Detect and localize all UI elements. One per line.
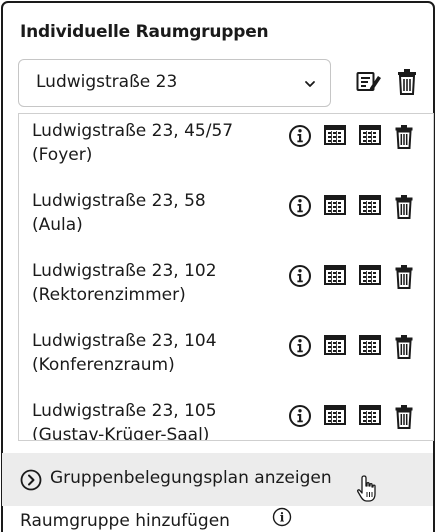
show-group-plan-label: Gruppenbelegungsplan anzeigen xyxy=(50,468,332,488)
room-name: Ludwigstraße 23, 102 xyxy=(32,261,217,281)
add-room-group-label[interactable]: Raumgruppe hinzufügen xyxy=(20,511,230,531)
room-title: (Rektorenzimmer) xyxy=(32,285,186,305)
info-icon[interactable] xyxy=(288,124,312,148)
room-label: Ludwigstraße 23, 58 (Aula) xyxy=(32,189,287,237)
room-label: Ludwigstraße 23, 102 (Rektorenzimmer) xyxy=(32,259,287,307)
room-name: Ludwigstraße 23, 105 xyxy=(32,401,217,421)
room-title: (Gustav-Krüger-Saal) xyxy=(32,425,210,441)
room-name: Ludwigstraße 23, 45/57 xyxy=(32,121,234,141)
calendar-grid-icon[interactable] xyxy=(359,194,381,216)
list-item[interactable]: Ludwigstraße 23, 58 (Aula) xyxy=(19,189,433,259)
list-item[interactable]: Ludwigstraße 23, 45/57 (Foyer) xyxy=(19,119,433,189)
svg-text:i: i xyxy=(280,511,285,525)
list-item[interactable]: Ludwigstraße 23, 105 (Gustav-Krüger-Saal) xyxy=(19,399,433,441)
hand-pointer-icon xyxy=(357,475,376,502)
panel-title: Individuelle Raumgruppen xyxy=(20,22,269,42)
calendar-grid-icon[interactable] xyxy=(324,334,346,356)
room-name: Ludwigstraße 23, 104 xyxy=(32,331,217,351)
room-list[interactable]: Ludwigstraße 23, 45/57 (Foyer) Ludwigstraß… xyxy=(18,113,434,441)
chevron-right-circle-icon xyxy=(20,469,42,491)
trash-icon[interactable] xyxy=(396,68,418,96)
calendar-grid-icon[interactable] xyxy=(359,124,381,146)
calendar-grid-icon[interactable] xyxy=(359,264,381,286)
room-name: Ludwigstraße 23, 58 xyxy=(32,191,206,211)
calendar-grid-icon[interactable] xyxy=(324,264,346,286)
room-title: (Aula) xyxy=(32,215,83,235)
edit-list-icon[interactable] xyxy=(356,70,382,94)
room-label: Ludwigstraße 23, 45/57 (Foyer) xyxy=(32,119,287,167)
room-title: (Konferenzraum) xyxy=(32,355,175,375)
trash-icon[interactable] xyxy=(394,264,414,289)
trash-icon[interactable] xyxy=(394,194,414,219)
room-title: (Foyer) xyxy=(32,145,93,165)
trash-icon[interactable] xyxy=(394,334,414,359)
calendar-grid-icon[interactable] xyxy=(324,404,346,426)
info-icon[interactable] xyxy=(288,334,312,358)
room-label: Ludwigstraße 23, 104 (Konferenzraum) xyxy=(32,329,287,377)
list-item[interactable]: Ludwigstraße 23, 102 (Rektorenzimmer) xyxy=(19,259,433,329)
calendar-grid-icon[interactable] xyxy=(324,124,346,146)
calendar-grid-icon[interactable] xyxy=(359,334,381,356)
info-icon[interactable]: i xyxy=(272,507,292,527)
info-icon[interactable] xyxy=(288,404,312,428)
room-label: Ludwigstraße 23, 105 (Gustav-Krüger-Saal) xyxy=(32,399,287,441)
trash-icon[interactable] xyxy=(394,404,414,429)
info-icon[interactable] xyxy=(288,264,312,288)
list-item[interactable]: Ludwigstraße 23, 104 (Konferenzraum) xyxy=(19,329,433,399)
calendar-grid-icon[interactable] xyxy=(359,404,381,426)
trash-icon[interactable] xyxy=(394,124,414,149)
room-group-select[interactable]: Ludwigstraße 23 xyxy=(18,59,331,107)
calendar-grid-icon[interactable] xyxy=(324,194,346,216)
chevron-down-icon xyxy=(305,81,315,87)
room-group-select-value: Ludwigstraße 23 xyxy=(36,72,178,92)
info-icon[interactable] xyxy=(288,194,312,218)
